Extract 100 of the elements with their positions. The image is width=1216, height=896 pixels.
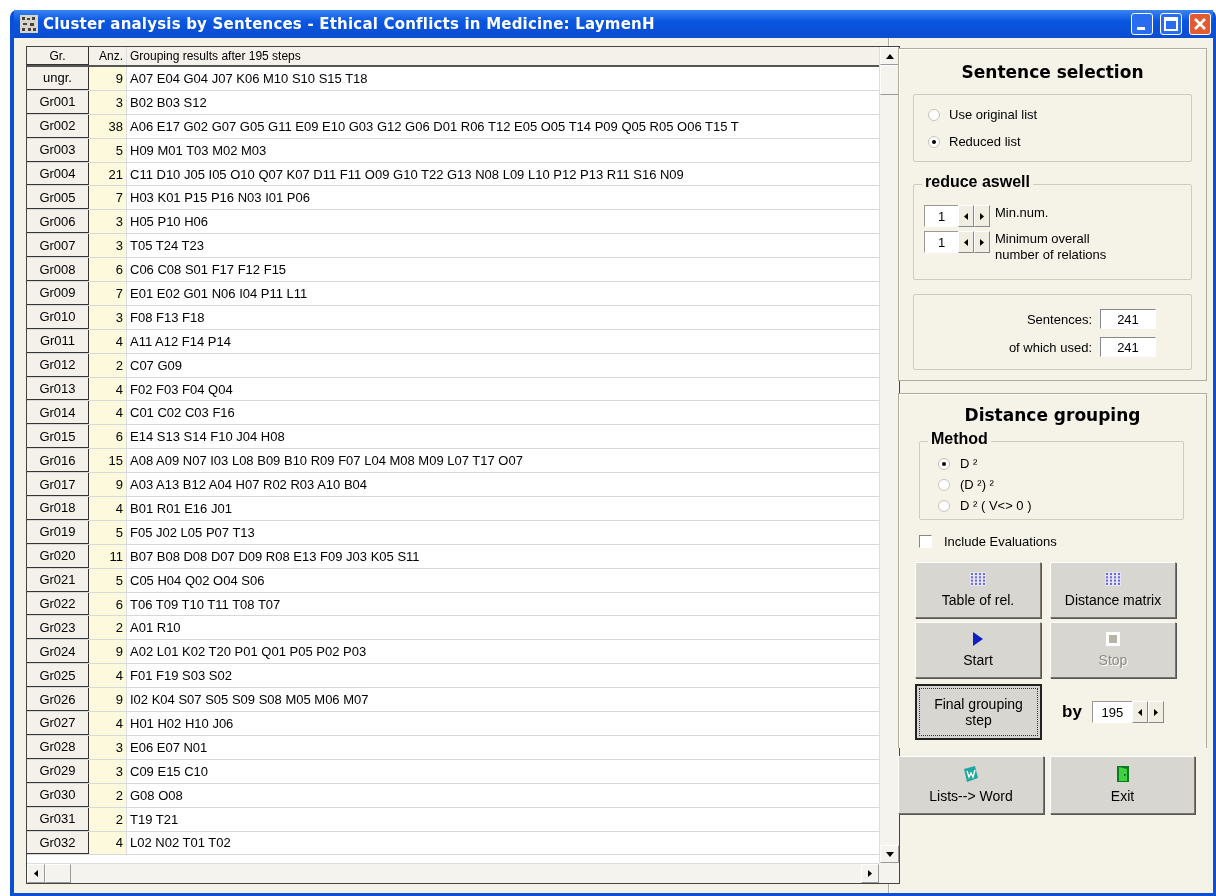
close-button[interactable]: [1189, 13, 1211, 35]
members-cell-text: C05 H04 Q02 O04 S06: [129, 571, 266, 590]
count-cell: 9: [89, 67, 127, 90]
spin-down-button[interactable]: [958, 231, 974, 253]
group-row-header[interactable]: Gr021: [27, 568, 89, 592]
group-row-header[interactable]: Gr005: [27, 186, 89, 210]
group-row-header[interactable]: Gr025: [27, 664, 89, 688]
count-column-header[interactable]: Anz.: [89, 47, 127, 65]
group-row-header[interactable]: Gr008: [27, 258, 89, 281]
close-icon: [1193, 17, 1207, 31]
minimize-icon: [1137, 27, 1145, 30]
group-row-header[interactable]: Gr014: [27, 401, 89, 425]
group-row-header[interactable]: Gr019: [27, 520, 89, 544]
members-cell-text: L02 N02 T01 T02: [129, 834, 232, 853]
scroll-down-button[interactable]: [880, 845, 899, 863]
group-row-header[interactable]: Gr028: [27, 735, 89, 759]
group-column-header[interactable]: Gr.: [27, 47, 89, 65]
group-row-header[interactable]: Gr003: [27, 138, 89, 162]
count-cell: 6: [89, 592, 127, 616]
group-row-header[interactable]: Gr023: [27, 616, 89, 640]
step-field[interactable]: 195: [1091, 701, 1132, 723]
radio-label[interactable]: Reduced list: [949, 134, 1021, 149]
action-button[interactable]: Start: [915, 622, 1041, 678]
count-cell: 4: [89, 377, 127, 401]
radio-label[interactable]: D ²: [960, 456, 978, 471]
group-row-header[interactable]: Gr017: [27, 473, 89, 497]
count-cell: 5: [89, 568, 127, 592]
minimize-button[interactable]: [1131, 13, 1153, 35]
group-row-header[interactable]: Gr004: [27, 162, 89, 186]
count-cell: 11: [89, 544, 127, 568]
group-row-header[interactable]: ungr.: [27, 67, 89, 90]
group-row-header[interactable]: Gr010: [27, 305, 89, 329]
group-row-header[interactable]: Gr012: [27, 353, 89, 377]
members-cell-text: H03 K01 P15 P16 N03 I01 P06: [129, 189, 311, 208]
group-row-header[interactable]: Gr018: [27, 497, 89, 520]
results-column-header[interactable]: Grouping results after 195 steps: [127, 47, 879, 65]
count-cell: 3: [89, 735, 127, 759]
group-row-header[interactable]: Gr031: [27, 807, 89, 831]
checkbox-label[interactable]: Include Evaluations: [944, 534, 1057, 549]
group-row-header[interactable]: Gr024: [27, 640, 89, 664]
group-row-header[interactable]: Gr009: [27, 282, 89, 305]
left-arrow-icon: [33, 869, 39, 878]
radio-label[interactable]: Use original list: [949, 107, 1038, 122]
radio-button[interactable]: [938, 499, 950, 512]
spin-down-button[interactable]: [958, 205, 974, 227]
scroll-left-button[interactable]: [27, 864, 45, 883]
group-row-header[interactable]: Gr030: [27, 783, 89, 807]
members-cell-text: A08 A09 N07 I03 L08 B09 B10 R09 F07 L04 M08 M09 L07 T17 O07: [129, 452, 524, 471]
radio-button[interactable]: [938, 478, 950, 491]
spin-up-button[interactable]: [974, 231, 990, 253]
number-field[interactable]: 1: [924, 231, 958, 253]
group-row-header[interactable]: Gr006: [27, 210, 89, 234]
radio-label[interactable]: D ² ( V<> 0 ): [960, 498, 1032, 513]
count-cell: 3: [89, 90, 127, 114]
action-button[interactable]: Exit: [1050, 756, 1195, 814]
scroll-right-button[interactable]: [861, 864, 879, 883]
spinner-label: Min.num.: [995, 205, 1050, 221]
right-arrow-icon: [1152, 707, 1159, 717]
number-field[interactable]: 1: [924, 205, 958, 227]
members-cell-text: H01 H02 H10 J06: [129, 715, 235, 733]
group-row-header[interactable]: Gr016: [27, 449, 89, 473]
count-value: 241: [1100, 337, 1156, 357]
radio-button[interactable]: [928, 135, 940, 148]
members-cell-text: A03 A13 B12 A04 H07 R02 R03 A10 B04: [129, 476, 369, 495]
grid-icon: [1105, 572, 1121, 586]
group-row-header[interactable]: Gr029: [27, 759, 89, 783]
action-button[interactable]: Distance matrix: [1050, 562, 1176, 618]
members-cell-text: H09 M01 T03 M02 M03: [129, 141, 268, 160]
group-row-header[interactable]: Gr011: [27, 329, 89, 353]
group-row-header[interactable]: Gr007: [27, 234, 89, 258]
group-row-header[interactable]: Gr001: [27, 90, 89, 114]
radio-button[interactable]: [938, 457, 950, 470]
group-row-header[interactable]: Gr032: [27, 831, 89, 855]
members-cell-text: A11 A12 F14 P14: [129, 332, 232, 351]
final-step-button[interactable]: Final grouping step: [915, 684, 1042, 740]
group-row-header[interactable]: Gr020: [27, 544, 89, 568]
group-row-header[interactable]: Gr013: [27, 377, 89, 401]
group-row-header[interactable]: Gr015: [27, 425, 89, 449]
group-row-header[interactable]: Gr026: [27, 688, 89, 712]
count-cell: 3: [89, 305, 127, 329]
members-cell-text: C11 D10 J05 I05 O10 Q07 K07 D11 F11 O09 G10 T22 G13 N08 L09 L10 P12 P13 R11 S16 N09: [129, 165, 685, 184]
checkbox[interactable]: [919, 535, 932, 548]
count-cell: 21: [89, 162, 127, 186]
action-button[interactable]: Lists--> Word: [898, 756, 1044, 814]
members-cell-text: E06 E07 N01: [129, 738, 209, 757]
count-cell: 4: [89, 712, 127, 735]
maximize-button[interactable]: [1160, 13, 1182, 35]
action-button[interactable]: Table of rel.: [915, 562, 1041, 618]
members-cell-text: B07 B08 D08 D07 D09 R08 E13 F09 J03 K05 S11: [129, 547, 421, 566]
spin-up-button[interactable]: [974, 205, 990, 227]
group-row-header[interactable]: Gr022: [27, 592, 89, 616]
radio-label[interactable]: (D ²) ²: [960, 477, 994, 492]
scrollbar-thumb[interactable]: [45, 864, 71, 883]
scroll-up-button[interactable]: [880, 47, 899, 65]
members-cell-text: B02 B03 S12: [129, 93, 208, 112]
group-row-header[interactable]: Gr027: [27, 712, 89, 735]
maximize-icon: [1164, 17, 1178, 31]
radio-button[interactable]: [928, 108, 940, 121]
group-row-header[interactable]: Gr002: [27, 114, 89, 138]
right-arrow-icon: [979, 237, 985, 247]
